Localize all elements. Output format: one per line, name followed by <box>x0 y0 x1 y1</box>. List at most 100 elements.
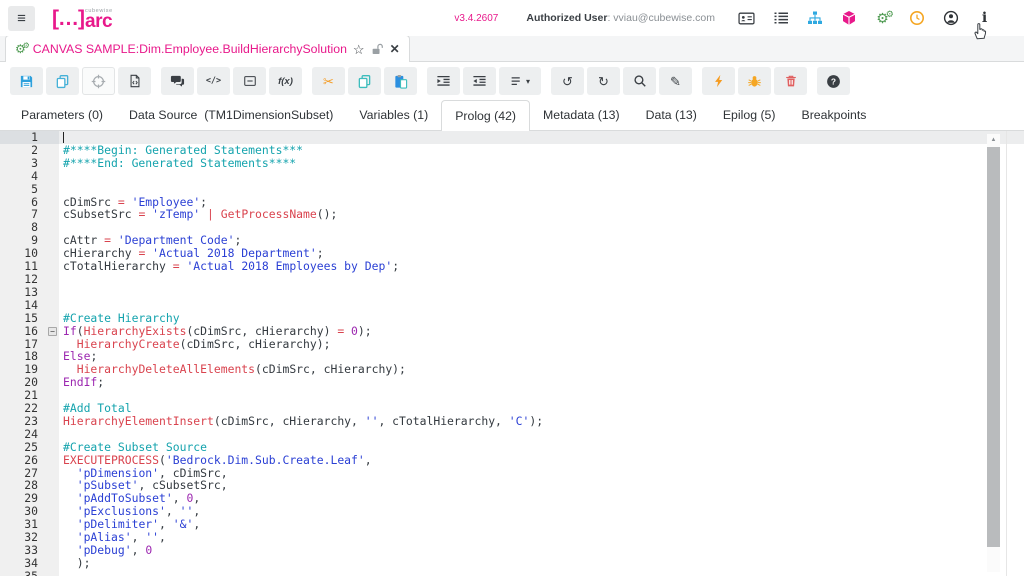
line-number[interactable]: 5 <box>0 183 46 196</box>
clock-icon[interactable] <box>907 9 926 28</box>
code-line[interactable]: 34 ); <box>0 557 1024 570</box>
line-number[interactable]: 17 <box>0 338 46 351</box>
code-text[interactable]: cTotalHierarchy = 'Actual 2018 Employees… <box>59 260 1024 273</box>
code-text[interactable] <box>59 299 1024 312</box>
indent-button[interactable] <box>427 67 460 95</box>
code-text[interactable] <box>59 389 1024 402</box>
cube-icon[interactable] <box>839 9 858 28</box>
scrollbar-thumb[interactable] <box>987 147 1000 547</box>
line-number[interactable]: 21 <box>0 389 46 402</box>
line-number[interactable]: 16 <box>0 325 46 338</box>
cut-button[interactable]: ✂ <box>312 67 345 95</box>
undo-button[interactable]: ↺ <box>551 67 584 95</box>
code-view-button[interactable]: </> <box>197 67 230 95</box>
line-number[interactable]: 34 <box>0 557 46 570</box>
search-button[interactable] <box>623 67 656 95</box>
code-text[interactable] <box>59 570 1024 576</box>
code-line[interactable]: 35 <box>0 570 1024 576</box>
code-text[interactable] <box>59 273 1024 286</box>
delete-button[interactable] <box>774 67 807 95</box>
file-code-button[interactable] <box>118 67 151 95</box>
code-line[interactable]: 3#****End: Generated Statements**** <box>0 157 1024 170</box>
crosshair-button[interactable] <box>82 67 115 95</box>
code-text[interactable]: HierarchyElementInsert(cDimSrc, cHierarc… <box>59 415 1024 428</box>
line-number[interactable]: 27 <box>0 467 46 480</box>
fold-marker-icon[interactable]: − <box>46 325 59 338</box>
tab-variables[interactable]: Variables (1) <box>346 100 441 130</box>
code-text[interactable]: 'pAddToSubset', 0, <box>59 492 1024 505</box>
line-number[interactable]: 10 <box>0 247 46 260</box>
code-text[interactable]: #****End: Generated Statements**** <box>59 157 1024 170</box>
run-button[interactable] <box>702 67 735 95</box>
gears-icon[interactable]: ⚙⚙ <box>873 9 892 28</box>
code-text[interactable] <box>59 170 1024 183</box>
line-number[interactable]: 11 <box>0 260 46 273</box>
line-number[interactable]: 32 <box>0 531 46 544</box>
tab-breakpoints[interactable]: Breakpoints <box>789 100 880 130</box>
tab-metadata[interactable]: Metadata (13) <box>530 100 633 130</box>
code-text[interactable]: ); <box>59 557 1024 570</box>
favorite-star-icon[interactable]: ☆ <box>353 43 365 56</box>
tab-epilog[interactable]: Epilog (5) <box>710 100 789 130</box>
line-number[interactable]: 22 <box>0 402 46 415</box>
unlock-icon[interactable] <box>371 43 384 56</box>
line-number[interactable]: 30 <box>0 505 46 518</box>
close-tab-icon[interactable]: ✕ <box>390 42 400 56</box>
line-number[interactable]: 2 <box>0 144 46 157</box>
code-text[interactable]: 'pDelimiter', '&', <box>59 518 1024 531</box>
comments-button[interactable] <box>161 67 194 95</box>
code-editor[interactable]: 12#****Begin: Generated Statements***3#*… <box>0 131 1024 576</box>
user-icon[interactable] <box>941 9 960 28</box>
code-line[interactable]: 12 <box>0 273 1024 286</box>
copy-process-button[interactable] <box>46 67 79 95</box>
line-number[interactable]: 7 <box>0 208 46 221</box>
code-text[interactable] <box>59 286 1024 299</box>
code-text[interactable]: HierarchyCreate(cDimSrc, cHierarchy); <box>59 338 1024 351</box>
code-line[interactable]: 21 <box>0 389 1024 402</box>
tab-data[interactable]: Data Source (TM1DimensionSubset) <box>116 100 346 130</box>
code-line[interactable]: 23 HierarchyElementInsert(cDimSrc, cHiera… <box>0 415 1024 428</box>
line-number[interactable]: 8 <box>0 221 46 234</box>
line-number[interactable]: 6 <box>0 196 46 209</box>
line-number[interactable]: 15 <box>0 312 46 325</box>
line-number[interactable]: 12 <box>0 273 46 286</box>
line-number[interactable]: 1 <box>0 131 46 144</box>
code-text[interactable]: 'pSubset', cSubsetSrc, <box>59 479 1024 492</box>
code-text[interactable]: 'pAlias', '', <box>59 531 1024 544</box>
code-text[interactable]: HierarchyDeleteAllElements(cDimSrc, cHie… <box>59 363 1024 376</box>
tab-data[interactable]: Data (13) <box>633 100 710 130</box>
code-line[interactable]: 11 cTotalHierarchy = 'Actual 2018 Employe… <box>0 260 1024 273</box>
line-number[interactable]: 18 <box>0 350 46 363</box>
align-dropdown-button[interactable]: ▾ <box>499 67 541 95</box>
code-line[interactable]: 20EndIf; <box>0 376 1024 389</box>
line-number[interactable]: 4 <box>0 170 46 183</box>
line-number[interactable]: 20 <box>0 376 46 389</box>
list-icon[interactable] <box>771 9 790 28</box>
save-button[interactable] <box>10 67 43 95</box>
clone-button[interactable] <box>348 67 381 95</box>
document-tab[interactable]: ⚙⚙ CANVAS SAMPLE:Dim.Employee.BuildHiera… <box>5 35 410 62</box>
line-number[interactable]: 9 <box>0 234 46 247</box>
debug-button[interactable] <box>738 67 771 95</box>
line-number[interactable]: 25 <box>0 441 46 454</box>
menu-button[interactable]: ≡ <box>8 6 35 31</box>
line-number[interactable]: 13 <box>0 286 46 299</box>
address-card-icon[interactable] <box>737 9 756 28</box>
collapse-button[interactable] <box>233 67 266 95</box>
code-line[interactable]: 19 HierarchyDeleteAllElements(cDimSrc, c… <box>0 363 1024 376</box>
code-line[interactable]: 17 HierarchyCreate(cDimSrc, cHierarchy); <box>0 338 1024 351</box>
redo-button[interactable]: ↻ <box>587 67 620 95</box>
vertical-scrollbar[interactable]: ▲ <box>987 134 1000 572</box>
edit-button[interactable]: ✎ <box>659 67 692 95</box>
line-number[interactable]: 35 <box>0 570 46 576</box>
code-text[interactable]: cSubsetSrc = 'zTemp' | GetProcessName(); <box>59 208 1024 221</box>
line-number[interactable]: 26 <box>0 454 46 467</box>
code-line[interactable]: 33 'pDebug', 0 <box>0 544 1024 557</box>
line-number[interactable]: 19 <box>0 363 46 376</box>
line-number[interactable]: 23 <box>0 415 46 428</box>
line-number[interactable]: 28 <box>0 479 46 492</box>
code-line[interactable]: 4 <box>0 170 1024 183</box>
code-text[interactable]: 'pDebug', 0 <box>59 544 1024 557</box>
line-number[interactable]: 29 <box>0 492 46 505</box>
line-number[interactable]: 14 <box>0 299 46 312</box>
